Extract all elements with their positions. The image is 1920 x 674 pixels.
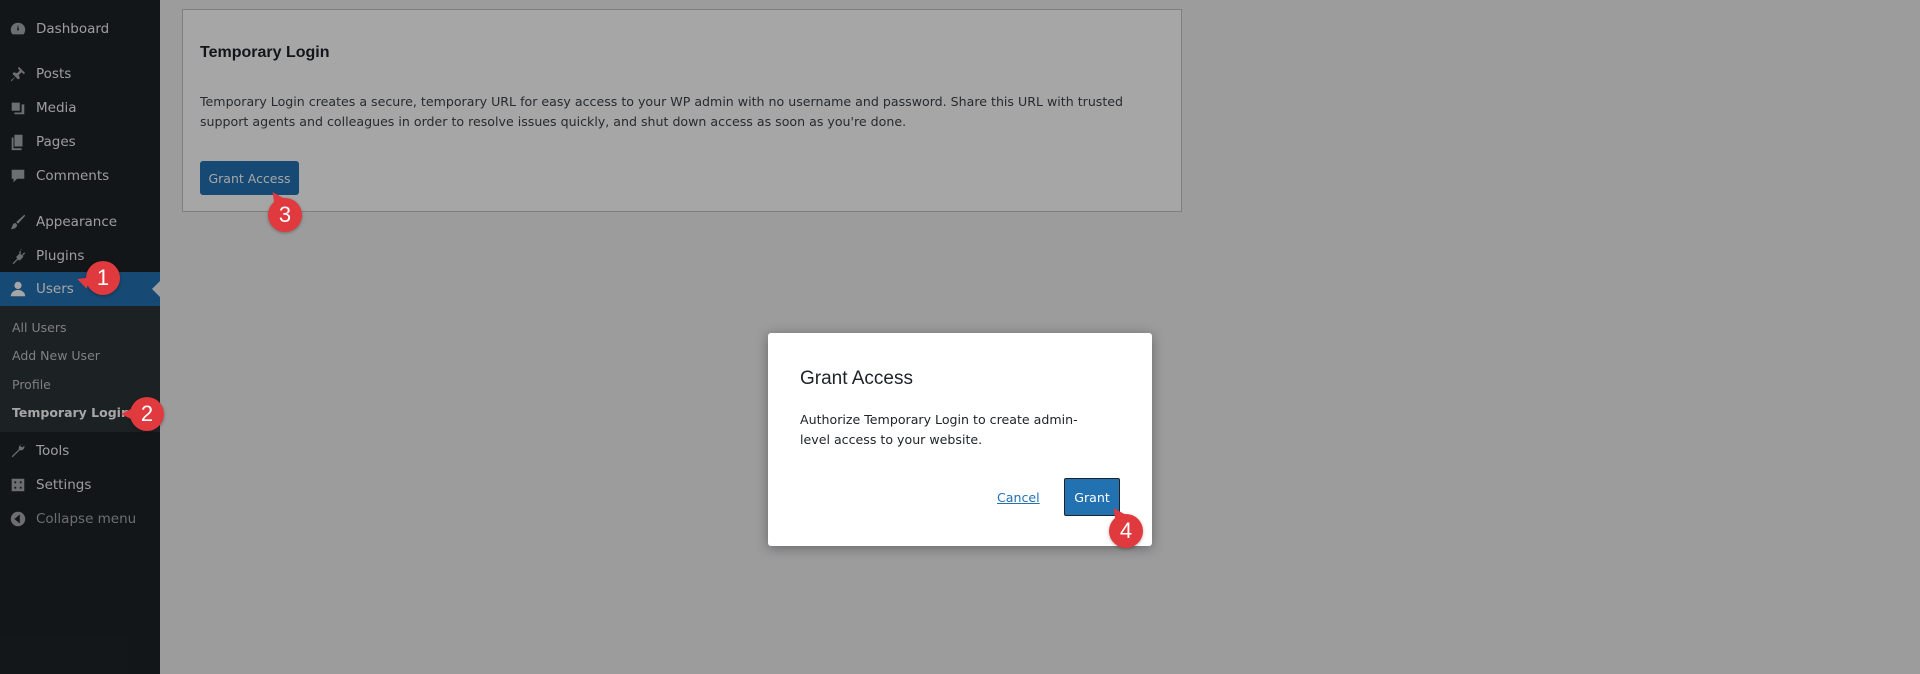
step-marker-3: 3 xyxy=(268,198,302,232)
step-marker-2: 2 xyxy=(121,397,164,431)
dialog-title: Grant Access xyxy=(800,368,913,389)
cancel-button[interactable]: Cancel xyxy=(997,490,1040,505)
grant-access-dialog: Grant Access Authorize Temporary Login t… xyxy=(768,333,1152,546)
step-marker-4: 4 xyxy=(1109,514,1143,548)
dialog-description: Authorize Temporary Login to create admi… xyxy=(800,412,1078,447)
step-marker-1: 1 xyxy=(86,261,120,295)
